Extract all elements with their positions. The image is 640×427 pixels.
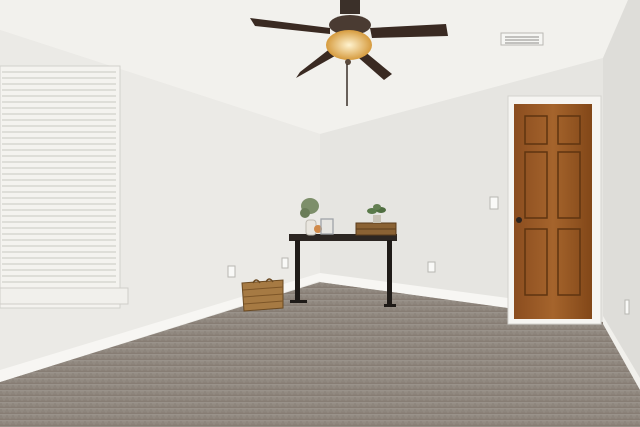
door-knob[interactable] (516, 217, 522, 223)
bedroom-photo (0, 0, 640, 427)
window-blinds (0, 65, 129, 309)
light-switch[interactable] (489, 196, 499, 210)
wood-door (507, 95, 602, 325)
wall-outlet-left-2 (281, 257, 289, 269)
air-vent (500, 32, 544, 46)
wall-outlet-right (624, 299, 630, 315)
wicker-basket (241, 278, 284, 312)
wall-outlet-back (427, 261, 436, 273)
wall-outlet-left-1 (227, 265, 236, 278)
wooden-box (355, 222, 397, 236)
